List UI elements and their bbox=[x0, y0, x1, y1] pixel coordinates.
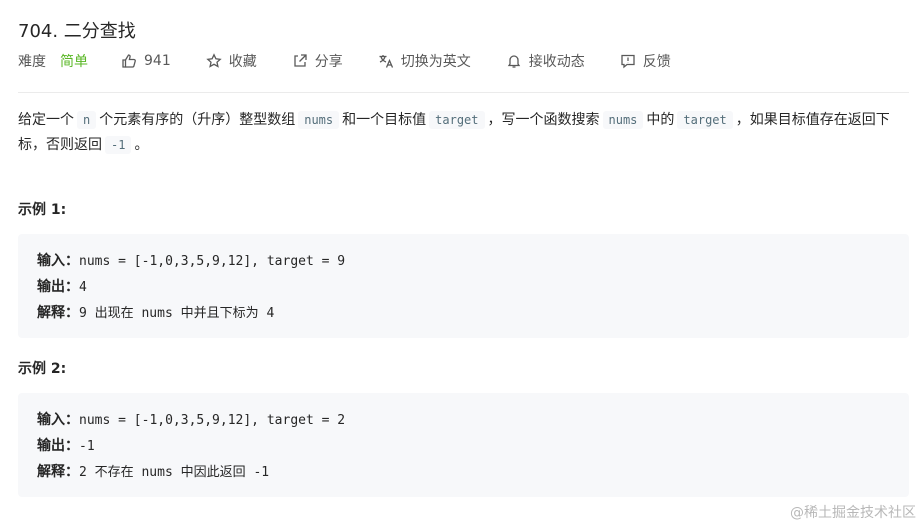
inline-code: target bbox=[677, 111, 733, 129]
thumbs-up-icon bbox=[122, 54, 136, 68]
feedback-button[interactable]: 反馈 bbox=[620, 51, 671, 71]
share-label: 分享 bbox=[314, 54, 343, 70]
share-button[interactable]: 分享 bbox=[292, 51, 343, 71]
watermark: @稀土掘金技术社区 bbox=[790, 505, 916, 521]
favorite-label: 收藏 bbox=[228, 54, 257, 70]
output-value: -1 bbox=[79, 439, 95, 454]
desc-text: 和一个目标值 bbox=[342, 112, 427, 128]
inline-code: n bbox=[77, 111, 97, 129]
share-icon bbox=[294, 54, 307, 67]
explain-value: 9 出现在 nums 中并且下标为 4 bbox=[79, 306, 275, 321]
desc-text: 中的 bbox=[646, 112, 675, 128]
translate-button[interactable]: 切换为英文 bbox=[378, 51, 471, 71]
like-button[interactable]: 941 bbox=[121, 53, 171, 69]
translate-label: 切换为英文 bbox=[400, 54, 471, 70]
inline-code: target bbox=[429, 111, 485, 129]
inline-code: nums bbox=[602, 111, 644, 129]
problem-title: 704. 二分查找 bbox=[18, 21, 136, 42]
difficulty-label: 难度 bbox=[18, 54, 46, 70]
input-key: 输入： bbox=[37, 412, 79, 428]
example-output-line: 输出：4 bbox=[37, 276, 87, 296]
desc-text: 。 bbox=[134, 137, 149, 153]
example-explain-line: 解释：2 不存在 nums 中因此返回 -1 bbox=[37, 461, 269, 481]
example-input-line: 输入：nums = [-1,0,3,5,9,12], target = 9 bbox=[37, 250, 345, 270]
inline-code: -1 bbox=[105, 136, 132, 154]
explain-value: 2 不存在 nums 中因此返回 -1 bbox=[79, 465, 270, 480]
inline-code: nums bbox=[298, 111, 340, 129]
desc-text: ，写一个函数搜索 bbox=[487, 112, 600, 128]
explain-key: 解释： bbox=[37, 305, 79, 321]
input-value: nums = [-1,0,3,5,9,12], target = 9 bbox=[79, 254, 346, 269]
explain-key: 解释： bbox=[37, 464, 79, 480]
output-key: 输出： bbox=[37, 279, 79, 295]
input-value: nums = [-1,0,3,5,9,12], target = 2 bbox=[79, 413, 346, 428]
header-divider bbox=[18, 92, 909, 93]
feedback-icon bbox=[621, 54, 635, 69]
like-count: 941 bbox=[144, 53, 171, 69]
bell-icon bbox=[507, 55, 520, 68]
desc-text: 个元素有序的（升序）整型数组 bbox=[99, 112, 296, 128]
example-1-block: 输入：nums = [-1,0,3,5,9,12], target = 9 输出… bbox=[18, 234, 909, 338]
input-key: 输入： bbox=[37, 253, 79, 269]
output-key: 输出： bbox=[37, 438, 79, 454]
example-explain-line: 解释：9 出现在 nums 中并且下标为 4 bbox=[37, 302, 274, 322]
output-value: 4 bbox=[79, 280, 87, 295]
example-2-title: 示例 2: bbox=[18, 361, 67, 377]
desc-text: 给定一个 bbox=[18, 112, 74, 128]
subscribe-button[interactable]: 接收动态 bbox=[506, 51, 585, 71]
subscribe-label: 接收动态 bbox=[528, 54, 585, 70]
problem-description: 给定一个 n 个元素有序的（升序）整型数组 nums 和一个目标值 target ，写一个函… bbox=[18, 108, 908, 158]
example-output-line: 输出：-1 bbox=[37, 435, 95, 455]
translate-icon bbox=[379, 55, 393, 68]
favorite-button[interactable]: 收藏 bbox=[206, 51, 257, 71]
example-1-title: 示例 1: bbox=[18, 202, 67, 218]
example-2-block: 输入：nums = [-1,0,3,5,9,12], target = 2 输出… bbox=[18, 393, 909, 497]
difficulty-badge: 简单 bbox=[60, 54, 88, 70]
problem-toolbar: 难度 简单 941 收藏 分享 切换为英文 接收动态 反馈 bbox=[18, 50, 706, 72]
feedback-label: 反馈 bbox=[642, 54, 671, 70]
star-icon bbox=[206, 53, 222, 68]
example-input-line: 输入：nums = [-1,0,3,5,9,12], target = 2 bbox=[37, 409, 345, 429]
